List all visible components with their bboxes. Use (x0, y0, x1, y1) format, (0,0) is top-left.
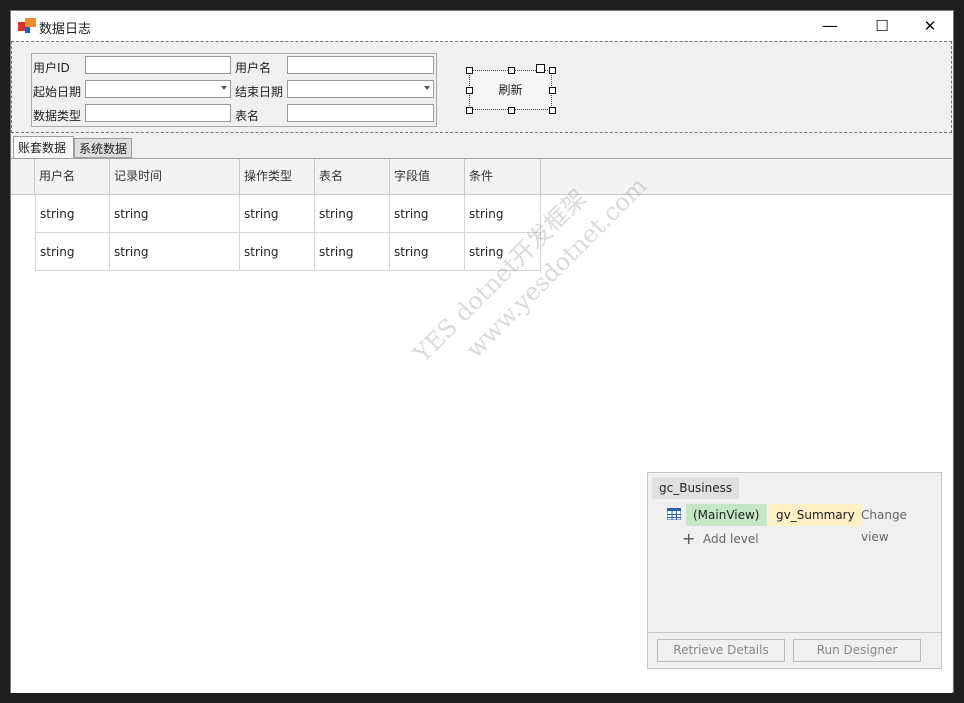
filter-form: 用户ID 用户名 起始日期 结束日期 数据类型 表名 (31, 53, 437, 127)
smart-tag-icon[interactable] (536, 64, 545, 73)
resize-handle[interactable] (466, 67, 473, 74)
table-cell[interactable]: string (390, 195, 465, 233)
start-date-label: 起始日期 (33, 85, 82, 99)
column-header[interactable]: 用户名 (35, 159, 110, 194)
window-title: 数据日志 (39, 22, 92, 37)
table-cell[interactable]: string (315, 233, 390, 271)
table-cell[interactable]: string (315, 195, 390, 233)
resize-handle[interactable] (466, 87, 473, 94)
resize-handle[interactable] (508, 107, 515, 114)
grid-control-name[interactable]: gc_Business (652, 477, 740, 499)
retrieve-details-button[interactable]: Retrieve Details (657, 639, 785, 662)
start-date-picker[interactable] (85, 80, 231, 98)
minimize-button[interactable]: — (807, 11, 853, 41)
column-header[interactable]: 字段值 (390, 159, 465, 194)
resize-handle[interactable] (508, 67, 515, 74)
divider (648, 632, 941, 633)
table-cell[interactable]: string (240, 195, 315, 233)
table-name-label: 表名 (235, 109, 260, 123)
tab-account-data[interactable]: 账套数据 (13, 136, 74, 158)
level-designer-panel: gc_Business (MainView) gv_Summary Change… (647, 472, 942, 669)
resize-handle[interactable] (466, 107, 473, 114)
change-view-link[interactable]: Change view (854, 504, 941, 544)
app-icon (18, 18, 36, 34)
data-type-label: 数据类型 (33, 109, 82, 123)
column-header[interactable]: 表名 (315, 159, 390, 194)
table-name-input[interactable] (287, 104, 434, 122)
data-type-input[interactable] (85, 104, 231, 122)
table-cell[interactable]: string (390, 233, 465, 271)
resize-handle[interactable] (549, 107, 556, 114)
plus-icon[interactable]: + (682, 531, 695, 547)
user-name-input[interactable] (287, 56, 434, 74)
column-header[interactable]: 条件 (465, 159, 541, 194)
table-cell[interactable]: string (110, 233, 240, 271)
table-grid-icon (666, 507, 682, 521)
user-name-label: 用户名 (235, 61, 272, 75)
run-designer-button[interactable]: Run Designer (793, 639, 921, 662)
grid-header: 用户名 记录时间 操作类型 表名 字段值 条件 (11, 159, 952, 195)
user-id-input[interactable] (85, 56, 231, 74)
table-cell[interactable]: string (35, 195, 110, 233)
table-cell[interactable]: string (465, 195, 541, 233)
view-name[interactable]: gv_Summary (769, 504, 862, 526)
resize-handle[interactable] (549, 67, 556, 74)
table-cell[interactable]: string (465, 233, 541, 271)
main-view-level[interactable]: (MainView) (686, 504, 767, 526)
table-cell[interactable]: string (240, 233, 315, 271)
end-date-picker[interactable] (287, 80, 434, 98)
column-header[interactable]: 记录时间 (110, 159, 240, 194)
chevron-down-icon[interactable] (221, 86, 227, 90)
column-header[interactable]: 操作类型 (240, 159, 315, 194)
user-id-label: 用户ID (33, 61, 70, 75)
end-date-label: 结束日期 (235, 85, 284, 99)
row-indicator-header (11, 159, 35, 194)
tab-system-data[interactable]: 系统数据 (74, 138, 132, 158)
title-bar: 数据日志 — ☐ ✕ (11, 11, 953, 41)
table-cell[interactable]: string (35, 233, 110, 271)
refresh-button[interactable]: 刷新 (469, 70, 552, 110)
chevron-down-icon[interactable] (424, 86, 430, 90)
maximize-button[interactable]: ☐ (859, 11, 905, 41)
data-log-window: 数据日志 — ☐ ✕ 用户ID 用户名 起始日期 结束日期 数据类型 表名 刷新… (10, 10, 954, 693)
table-cell[interactable]: string (110, 195, 240, 233)
close-button[interactable]: ✕ (907, 11, 953, 41)
resize-handle[interactable] (549, 87, 556, 94)
add-level-link[interactable]: Add level (703, 532, 759, 546)
